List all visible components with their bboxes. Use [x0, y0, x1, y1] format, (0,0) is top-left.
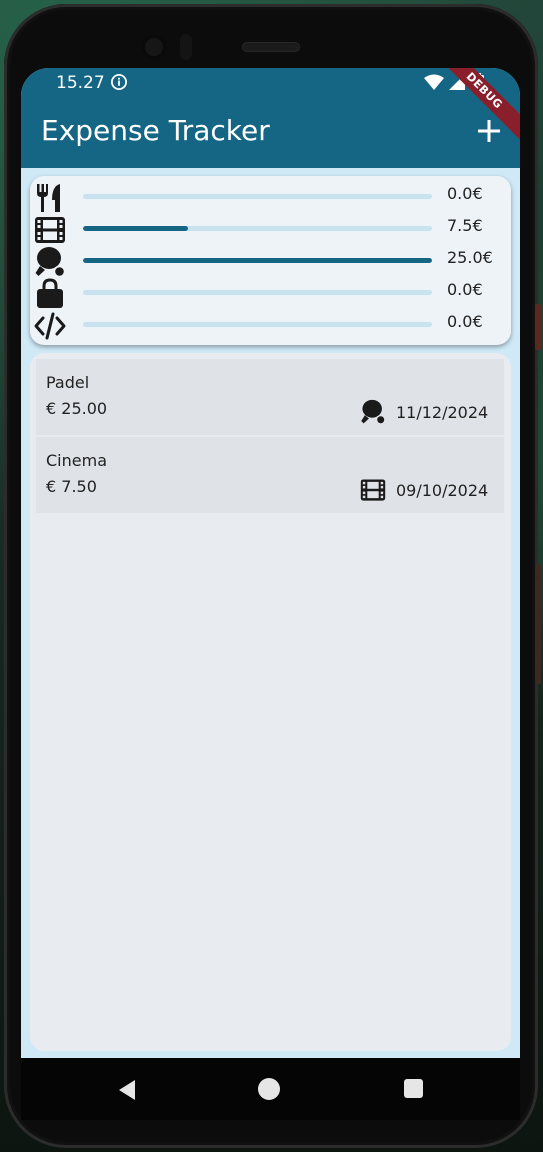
expense-date: 11/12/2024	[396, 403, 489, 422]
lock-bag-icon	[37, 278, 63, 308]
category-summary-card: 0.0€ 7.5€ 25.0€ 0.0€ 0.0€	[30, 176, 511, 345]
app-title: Expense Tracker	[41, 114, 270, 147]
fork-knife-icon	[37, 184, 60, 212]
app-bar: 15.27 Expense Tracker DEBUG	[21, 68, 520, 168]
category-row-shopping: 0.0€	[30, 276, 511, 308]
category-value-work: 0.0€	[447, 312, 483, 331]
back-icon[interactable]	[117, 1079, 137, 1101]
code-icon	[34, 312, 66, 340]
expense-title: Cinema	[46, 451, 107, 470]
speaker-grille	[242, 42, 300, 52]
recents-icon[interactable]	[404, 1079, 423, 1098]
category-row-sport: 25.0€	[30, 244, 511, 278]
expense-item-padel[interactable]: Padel € 25.00 11/12/2024	[36, 359, 504, 435]
progress-fill	[83, 258, 432, 263]
film-icon	[360, 479, 386, 501]
volume-button	[535, 564, 541, 684]
category-value-leisure: 7.5€	[447, 216, 483, 235]
info-icon	[110, 73, 128, 91]
plus-icon[interactable]	[476, 118, 502, 144]
expense-amount: € 25.00	[46, 399, 108, 418]
category-row-food: 0.0€	[30, 180, 511, 212]
expense-title: Padel	[46, 373, 90, 392]
ping-pong-icon	[361, 399, 386, 425]
home-icon[interactable]	[258, 1078, 280, 1100]
sensor	[180, 34, 192, 60]
expense-amount: € 7.50	[46, 477, 97, 496]
category-progress-work	[83, 322, 432, 327]
power-button	[535, 304, 541, 350]
app-screen: 15.27 Expense Tracker DEBUG 0.0€ 7.5€ 25…	[21, 68, 520, 1120]
category-row-leisure: 7.5€	[30, 212, 511, 244]
system-nav-bar	[21, 1058, 520, 1120]
status-time: 15.27	[56, 73, 105, 93]
category-progress-shopping	[83, 290, 432, 295]
expense-item-cinema[interactable]: Cinema € 7.50 09/10/2024	[36, 437, 504, 513]
expense-date: 09/10/2024	[396, 481, 489, 500]
category-row-work: 0.0€	[30, 308, 511, 340]
category-progress-food	[83, 194, 432, 199]
status-bar: 15.27	[21, 68, 520, 100]
progress-fill	[83, 226, 188, 231]
expense-list: Padel € 25.00 11/12/2024 Cinema € 7.50 0…	[30, 353, 511, 1051]
category-value-sport: 25.0€	[447, 248, 493, 267]
wifi-icon	[424, 74, 444, 90]
camera-lens	[141, 34, 167, 60]
category-progress-leisure	[83, 226, 432, 231]
film-icon	[35, 217, 65, 243]
category-value-food: 0.0€	[447, 184, 483, 203]
category-progress-sport	[83, 258, 432, 263]
ping-pong-icon	[35, 247, 66, 278]
category-value-shopping: 0.0€	[447, 280, 483, 299]
